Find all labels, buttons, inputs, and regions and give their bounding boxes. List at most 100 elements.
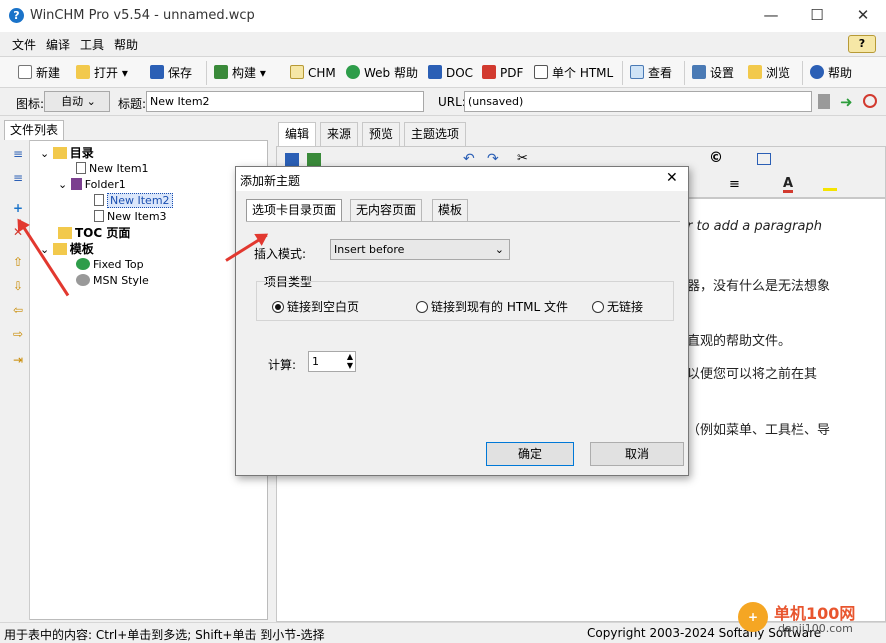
radio-button [592,301,604,313]
copyright-icon[interactable]: © [709,150,723,166]
title-input[interactable]: New Item2 [146,91,424,112]
dialog-title: 添加新主题 [240,174,301,188]
sort-alt-icon[interactable]: ≡ [12,172,24,184]
settings-button[interactable]: 设置 [692,63,734,83]
stop-icon[interactable] [863,94,877,108]
url-label: URL: [438,95,466,109]
tab-file-list[interactable]: 文件列表 [4,120,64,140]
move-up-icon[interactable]: ⇧ [12,256,24,268]
main-toolbar: 新建 打开 ▾ 保存 构建 ▾ CHM Web 帮助 DOC PDF 单个 HT… [0,56,886,88]
chevron-down-icon: ⌄ [86,95,96,108]
count-label: 计算: [268,358,297,372]
icon-label: 图标: [16,97,45,111]
expand-toggle[interactable]: ⌄ [58,178,67,191]
chm-button[interactable]: CHM [290,63,336,83]
editor-text-line: 直观的帮助文件。 [687,334,792,349]
folder-icon [58,227,72,239]
new-button[interactable]: 新建 [18,63,60,83]
tab-template[interactable]: 模板 [432,199,469,221]
tree-node-toc[interactable]: ⌄ 目录 [40,145,94,161]
tree-node-item3[interactable]: New Item3 [94,209,167,225]
menu-help[interactable]: 帮助 [109,32,143,57]
insert-mode-select[interactable]: Insert before ⌄ [330,239,510,260]
html-file-icon [534,65,548,79]
tab-edit[interactable]: 编辑 [278,122,317,146]
tree-node-toc-page[interactable]: TOC 页面 [58,225,130,241]
radio-no-link[interactable]: 无链接 [592,298,643,315]
tab-source[interactable]: 来源 [320,122,359,146]
magnifier-icon [630,65,644,79]
tree-node-msn-style[interactable]: MSN Style [76,273,149,289]
minimize-button[interactable]: — [748,0,794,32]
help-book-icon[interactable]: ? [848,35,876,53]
toolbar-separator [206,61,207,85]
tree-node-item1[interactable]: New Item1 [76,161,149,177]
ok-button[interactable]: 确定 [486,442,574,466]
count-stepper[interactable]: 1 ▲ ▼ [308,351,356,372]
chm-icon [290,65,304,79]
tab-topic-options[interactable]: 主题选项 [404,122,467,146]
page-icon [94,210,104,222]
save-icon [150,65,164,79]
menu-file[interactable]: 文件 [7,32,41,57]
help-button[interactable]: 帮助 [810,63,852,83]
editor-text-line: （例如菜单、工具栏、导 [687,423,831,438]
cancel-button[interactable]: 取消 [590,442,684,466]
open-button[interactable]: 打开 ▾ [76,63,128,83]
add-topic-icon[interactable]: + [12,202,24,214]
save-icon[interactable] [285,153,299,167]
menu-bar: 文件 编译 工具 帮助 ? [0,32,886,56]
tree-node-folder1[interactable]: ⌄ Folder1 [58,177,126,193]
move-left-icon[interactable]: ⇦ [12,304,24,316]
pdf-button[interactable]: PDF [482,63,523,83]
page-icon [76,162,86,174]
cut-icon[interactable]: ✂ [517,151,528,166]
menu-compile[interactable]: 编译 [41,32,75,57]
spin-arrows-icon[interactable]: ▲ ▼ [347,352,353,370]
editor-text-line: 器，没有什么是无法想象 [687,279,831,294]
redo-icon[interactable]: ↷ [487,151,499,167]
view-button[interactable]: 查看 [630,63,672,83]
toolbar-separator [802,61,803,85]
dialog-close-icon[interactable]: ✕ [666,170,678,186]
icon-select[interactable]: 自动 ⌄ [44,91,110,112]
single-html-button[interactable]: 单个 HTML [534,63,613,83]
save-button[interactable]: 保存 [150,63,192,83]
undo-icon[interactable]: ↶ [463,151,475,167]
tab-preview[interactable]: 预览 [362,122,401,146]
radio-existing-html[interactable]: 链接到现有的 HTML 文件 [416,298,568,315]
move-down-icon[interactable]: ⇩ [12,280,24,292]
folder-icon [52,147,67,159]
expand-toggle[interactable]: ⌄ [40,147,49,160]
maximize-button[interactable]: ☐ [794,0,840,32]
insert-mode-label: 插入模式: [254,247,307,261]
property-bar: 图标: 自动 ⌄ 标题: New Item2 URL: (unsaved) ➜ [0,88,886,116]
tab-no-content-page[interactable]: 无内容页面 [350,199,423,221]
move-right-icon[interactable]: ⇨ [12,328,24,340]
font-color-icon[interactable]: A [783,177,794,193]
go-arrow-icon[interactable]: ➜ [840,93,853,111]
tree-node-item2[interactable]: New Item2 [94,193,173,209]
browse-button[interactable]: 浏览 [748,63,790,83]
doc-button[interactable]: DOC [428,63,473,83]
sort-icon[interactable]: ≡ [12,148,24,160]
window-title: WinCHM Pro v5.54 - unnamed.wcp [30,8,255,23]
table-icon[interactable] [757,153,771,165]
indent-icon[interactable]: ⇥ [12,354,24,366]
tree-node-templates[interactable]: ⌄ 模板 [40,241,94,257]
watermark-text: 单机100网 [774,604,856,623]
url-input[interactable]: (unsaved) [464,91,812,112]
tree-node-fixed-top[interactable]: Fixed Top [76,257,144,273]
open-folder-icon [76,65,90,79]
globe-template-icon [76,258,90,270]
close-button[interactable]: ✕ [840,0,886,32]
radio-blank-page[interactable]: 链接到空白页 [272,298,359,315]
list-icon[interactable]: ≡ [729,177,740,192]
page-icon[interactable] [818,94,830,109]
tab-toc-page[interactable]: 选项卡目录页面 [246,199,343,221]
edit-pen-icon[interactable] [307,153,321,167]
build-button[interactable]: 构建 ▾ [214,63,266,83]
menu-tools[interactable]: 工具 [75,32,109,57]
web-help-button[interactable]: Web 帮助 [346,63,418,83]
highlight-icon[interactable] [823,177,837,191]
